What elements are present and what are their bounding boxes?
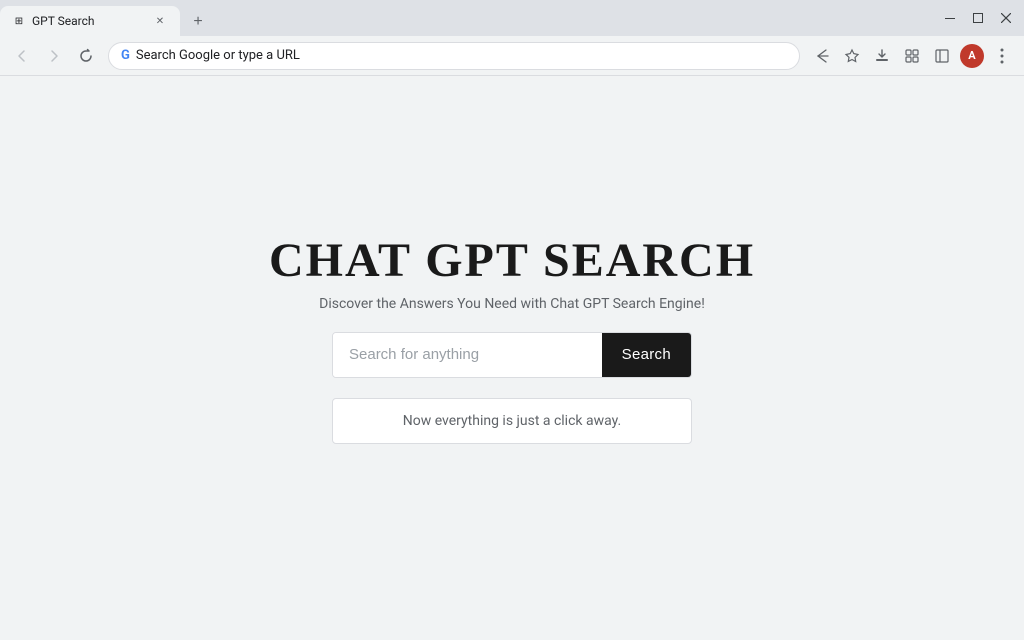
new-tab-button[interactable]: +	[184, 8, 212, 36]
page-title: CHAT GPT SEARCH	[269, 233, 755, 288]
address-bar[interactable]: G Search Google or type a URL	[108, 42, 800, 70]
url-text: Search Google or type a URL	[136, 48, 787, 63]
search-container: CHAT GPT SEARCH Discover the Answers You…	[269, 233, 755, 444]
bookmark-star-icon[interactable]	[838, 42, 866, 70]
extensions-icon[interactable]	[898, 42, 926, 70]
main-content: CHAT GPT SEARCH Discover the Answers You…	[0, 76, 1024, 640]
browser-chrome: ⊞ GPT Search ✕ +	[0, 0, 1024, 76]
tab-favicon-icon: ⊞	[12, 14, 26, 28]
refresh-button[interactable]	[72, 42, 100, 70]
tab-strip: ⊞ GPT Search ✕ +	[0, 0, 936, 36]
info-bar: Now everything is just a click away.	[332, 398, 692, 444]
info-text: Now everything is just a click away.	[403, 413, 621, 429]
forward-button[interactable]	[40, 42, 68, 70]
active-tab[interactable]: ⊞ GPT Search ✕	[0, 6, 180, 36]
minimize-button[interactable]	[936, 4, 964, 32]
sidebar-toggle-icon[interactable]	[928, 42, 956, 70]
toolbar-actions: A	[808, 42, 1016, 70]
google-favicon-icon: G	[121, 48, 130, 63]
downloads-icon[interactable]	[868, 42, 896, 70]
share-icon[interactable]	[808, 42, 836, 70]
navigation-toolbar: G Search Google or type a URL A	[0, 36, 1024, 76]
profile-avatar[interactable]: A	[958, 42, 986, 70]
back-button[interactable]	[8, 42, 36, 70]
search-box: Search	[332, 332, 692, 378]
search-button[interactable]: Search	[602, 333, 691, 377]
titlebar: ⊞ GPT Search ✕ +	[0, 0, 1024, 36]
search-input[interactable]	[333, 333, 602, 377]
tab-close-button[interactable]: ✕	[152, 13, 168, 29]
close-button[interactable]	[992, 4, 1020, 32]
more-menu-icon[interactable]	[988, 42, 1016, 70]
tab-title: GPT Search	[32, 14, 146, 28]
page-subtitle: Discover the Answers You Need with Chat …	[319, 296, 705, 312]
profile-icon: A	[960, 44, 984, 68]
maximize-button[interactable]	[964, 4, 992, 32]
